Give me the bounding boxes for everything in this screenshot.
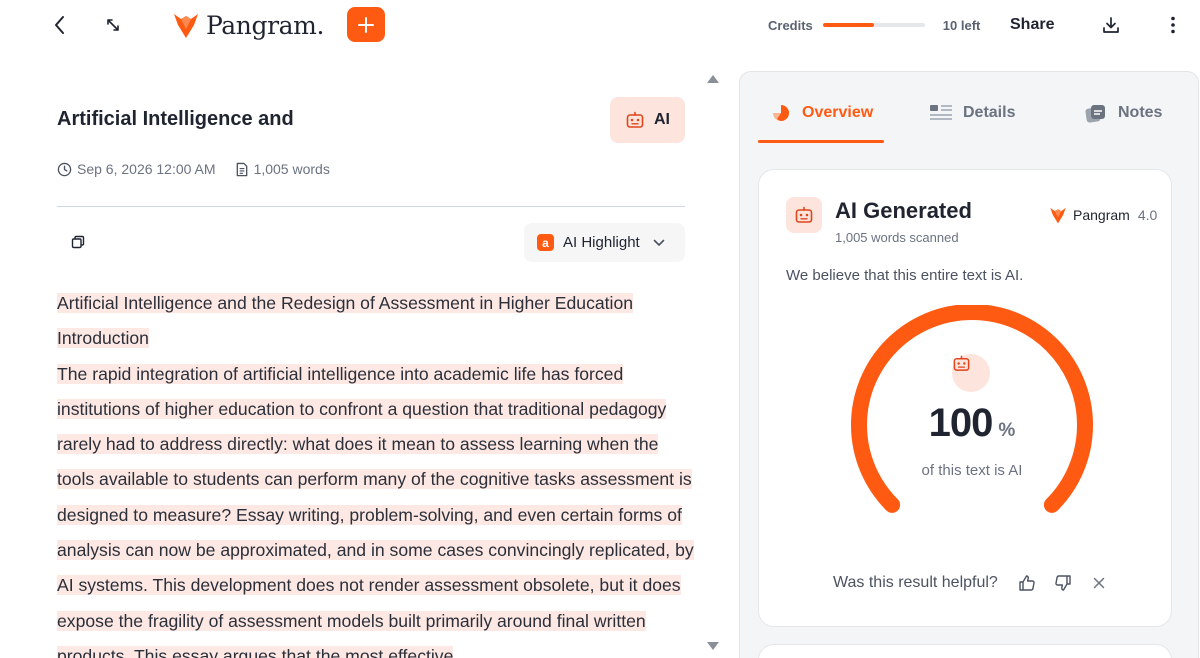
- highlight-mode-select[interactable]: a AI Highlight: [524, 223, 685, 262]
- notes-icon: [1085, 105, 1105, 123]
- secondary-card: [758, 644, 1172, 658]
- ai-highlighted-text: Artificial Intelligence and the Redesign…: [57, 293, 634, 313]
- document-paragraph: Artificial Intelligence and the Redesign…: [57, 286, 697, 321]
- pangram-fox-icon: [1050, 207, 1066, 224]
- document-body: Artificial Intelligence and the Redesign…: [57, 286, 697, 658]
- divider: [57, 206, 685, 207]
- clock-icon: [57, 162, 72, 176]
- tab-overview-label: Overview: [802, 104, 874, 121]
- thumbs-down-icon: [1055, 575, 1071, 591]
- credits-meter: Credits 10 left: [768, 14, 980, 36]
- robot-icon: [626, 111, 644, 128]
- credits-progress-bar: [822, 23, 925, 27]
- new-document-button[interactable]: [347, 7, 385, 42]
- result-icon-badge: [786, 197, 822, 233]
- document-paragraph: Introduction: [57, 321, 697, 356]
- pangram-logo[interactable]: Pangram.: [172, 8, 324, 42]
- download-button[interactable]: [1098, 11, 1124, 39]
- results-tabs: Overview Details Notes: [740, 72, 1200, 144]
- expand-button[interactable]: [100, 10, 126, 40]
- credits-remaining: 10 left: [942, 17, 981, 33]
- document-date: Sep 6, 2026 12:00 AM: [57, 161, 216, 177]
- download-icon: [1103, 17, 1119, 33]
- word-count-text: 1,005 words: [253, 161, 330, 177]
- pangram-fox-icon: [174, 14, 198, 38]
- details-icon: [930, 105, 952, 120]
- result-title: AI Generated: [835, 198, 972, 223]
- ai-result-badge[interactable]: AI: [610, 97, 685, 143]
- scroll-down-arrow[interactable]: [707, 642, 719, 650]
- ai-highlighted-text: The rapid integration of artificial inte…: [57, 363, 694, 658]
- percent-sign: %: [998, 420, 1016, 441]
- feedback-row: Was this result helpful?: [833, 572, 1110, 594]
- plus-icon: [358, 16, 374, 33]
- model-version: 4.0: [1137, 207, 1158, 223]
- gauge-caption: of this text is AI: [921, 462, 1023, 479]
- more-vertical-icon: [1171, 16, 1175, 34]
- gauge-value: 100 %: [847, 401, 1097, 446]
- more-menu-button[interactable]: [1162, 11, 1184, 39]
- tab-notes[interactable]: Notes: [1084, 98, 1162, 128]
- thumbs-up-icon: [1019, 575, 1035, 591]
- copy-button[interactable]: [70, 234, 88, 252]
- document-meta: Sep 6, 2026 12:00 AM 1,005 words: [57, 161, 349, 177]
- gauge-robot-badge: [952, 354, 990, 392]
- ai-highlighted-text: Introduction: [57, 328, 149, 349]
- expand-icon: [107, 19, 119, 31]
- document-pane: Artificial Intelligence and AI Sep 6, 20…: [0, 52, 725, 658]
- top-bar: Pangram. Credits 10 left Share: [0, 0, 1200, 52]
- credits-progress-fill: [822, 23, 874, 27]
- model-name: Pangram: [1073, 207, 1130, 223]
- chevron-down-icon: [653, 239, 665, 246]
- feedback-prompt: Was this result helpful?: [833, 574, 998, 591]
- dismiss-feedback-button[interactable]: [1088, 572, 1110, 594]
- share-button[interactable]: Share: [1010, 12, 1054, 38]
- robot-icon: [953, 355, 970, 371]
- document-date-text: Sep 6, 2026 12:00 AM: [77, 161, 216, 177]
- close-icon: [1093, 577, 1105, 589]
- words-scanned: 1,005 words scanned: [835, 230, 959, 245]
- thumbs-up-button[interactable]: [1016, 572, 1038, 594]
- back-button[interactable]: [46, 10, 74, 40]
- ai-percentage-gauge: 100 % of this text is AI: [847, 305, 1097, 545]
- tab-details[interactable]: Details: [929, 98, 1015, 128]
- document-scrollbar[interactable]: [704, 72, 722, 658]
- credits-label: Credits: [768, 17, 813, 33]
- document-word-count: 1,005 words: [235, 161, 330, 177]
- tab-details-label: Details: [963, 104, 1016, 121]
- highlight-mode-label: AI Highlight: [563, 234, 640, 251]
- model-label: Pangram 4.0: [1049, 206, 1157, 224]
- document-paragraph: The rapid integration of artificial inte…: [57, 357, 697, 658]
- active-tab-indicator: [758, 140, 884, 143]
- ai-result-card: AI Generated 1,005 words scanned Pangram…: [758, 169, 1172, 627]
- app-name: Pangram.: [206, 10, 325, 40]
- tab-overview[interactable]: Overview: [770, 98, 873, 128]
- robot-icon: [795, 206, 813, 223]
- scroll-up-arrow[interactable]: [707, 75, 719, 83]
- ai-percentage: 100: [928, 401, 994, 445]
- document-title: Artificial Intelligence and: [57, 108, 294, 130]
- thumbs-down-button[interactable]: [1052, 572, 1074, 594]
- ai-highlight-icon: a: [537, 234, 554, 251]
- tab-notes-label: Notes: [1118, 104, 1163, 121]
- chevron-left-icon: [55, 16, 64, 34]
- result-summary: We believe that this entire text is AI.: [786, 267, 1024, 284]
- overview-icon: [773, 105, 789, 121]
- copy-icon: [71, 235, 85, 249]
- ai-badge-label: AI: [654, 111, 670, 128]
- document-icon: [236, 162, 247, 176]
- results-panel: Overview Details Notes AI Generated 1,00…: [739, 71, 1199, 658]
